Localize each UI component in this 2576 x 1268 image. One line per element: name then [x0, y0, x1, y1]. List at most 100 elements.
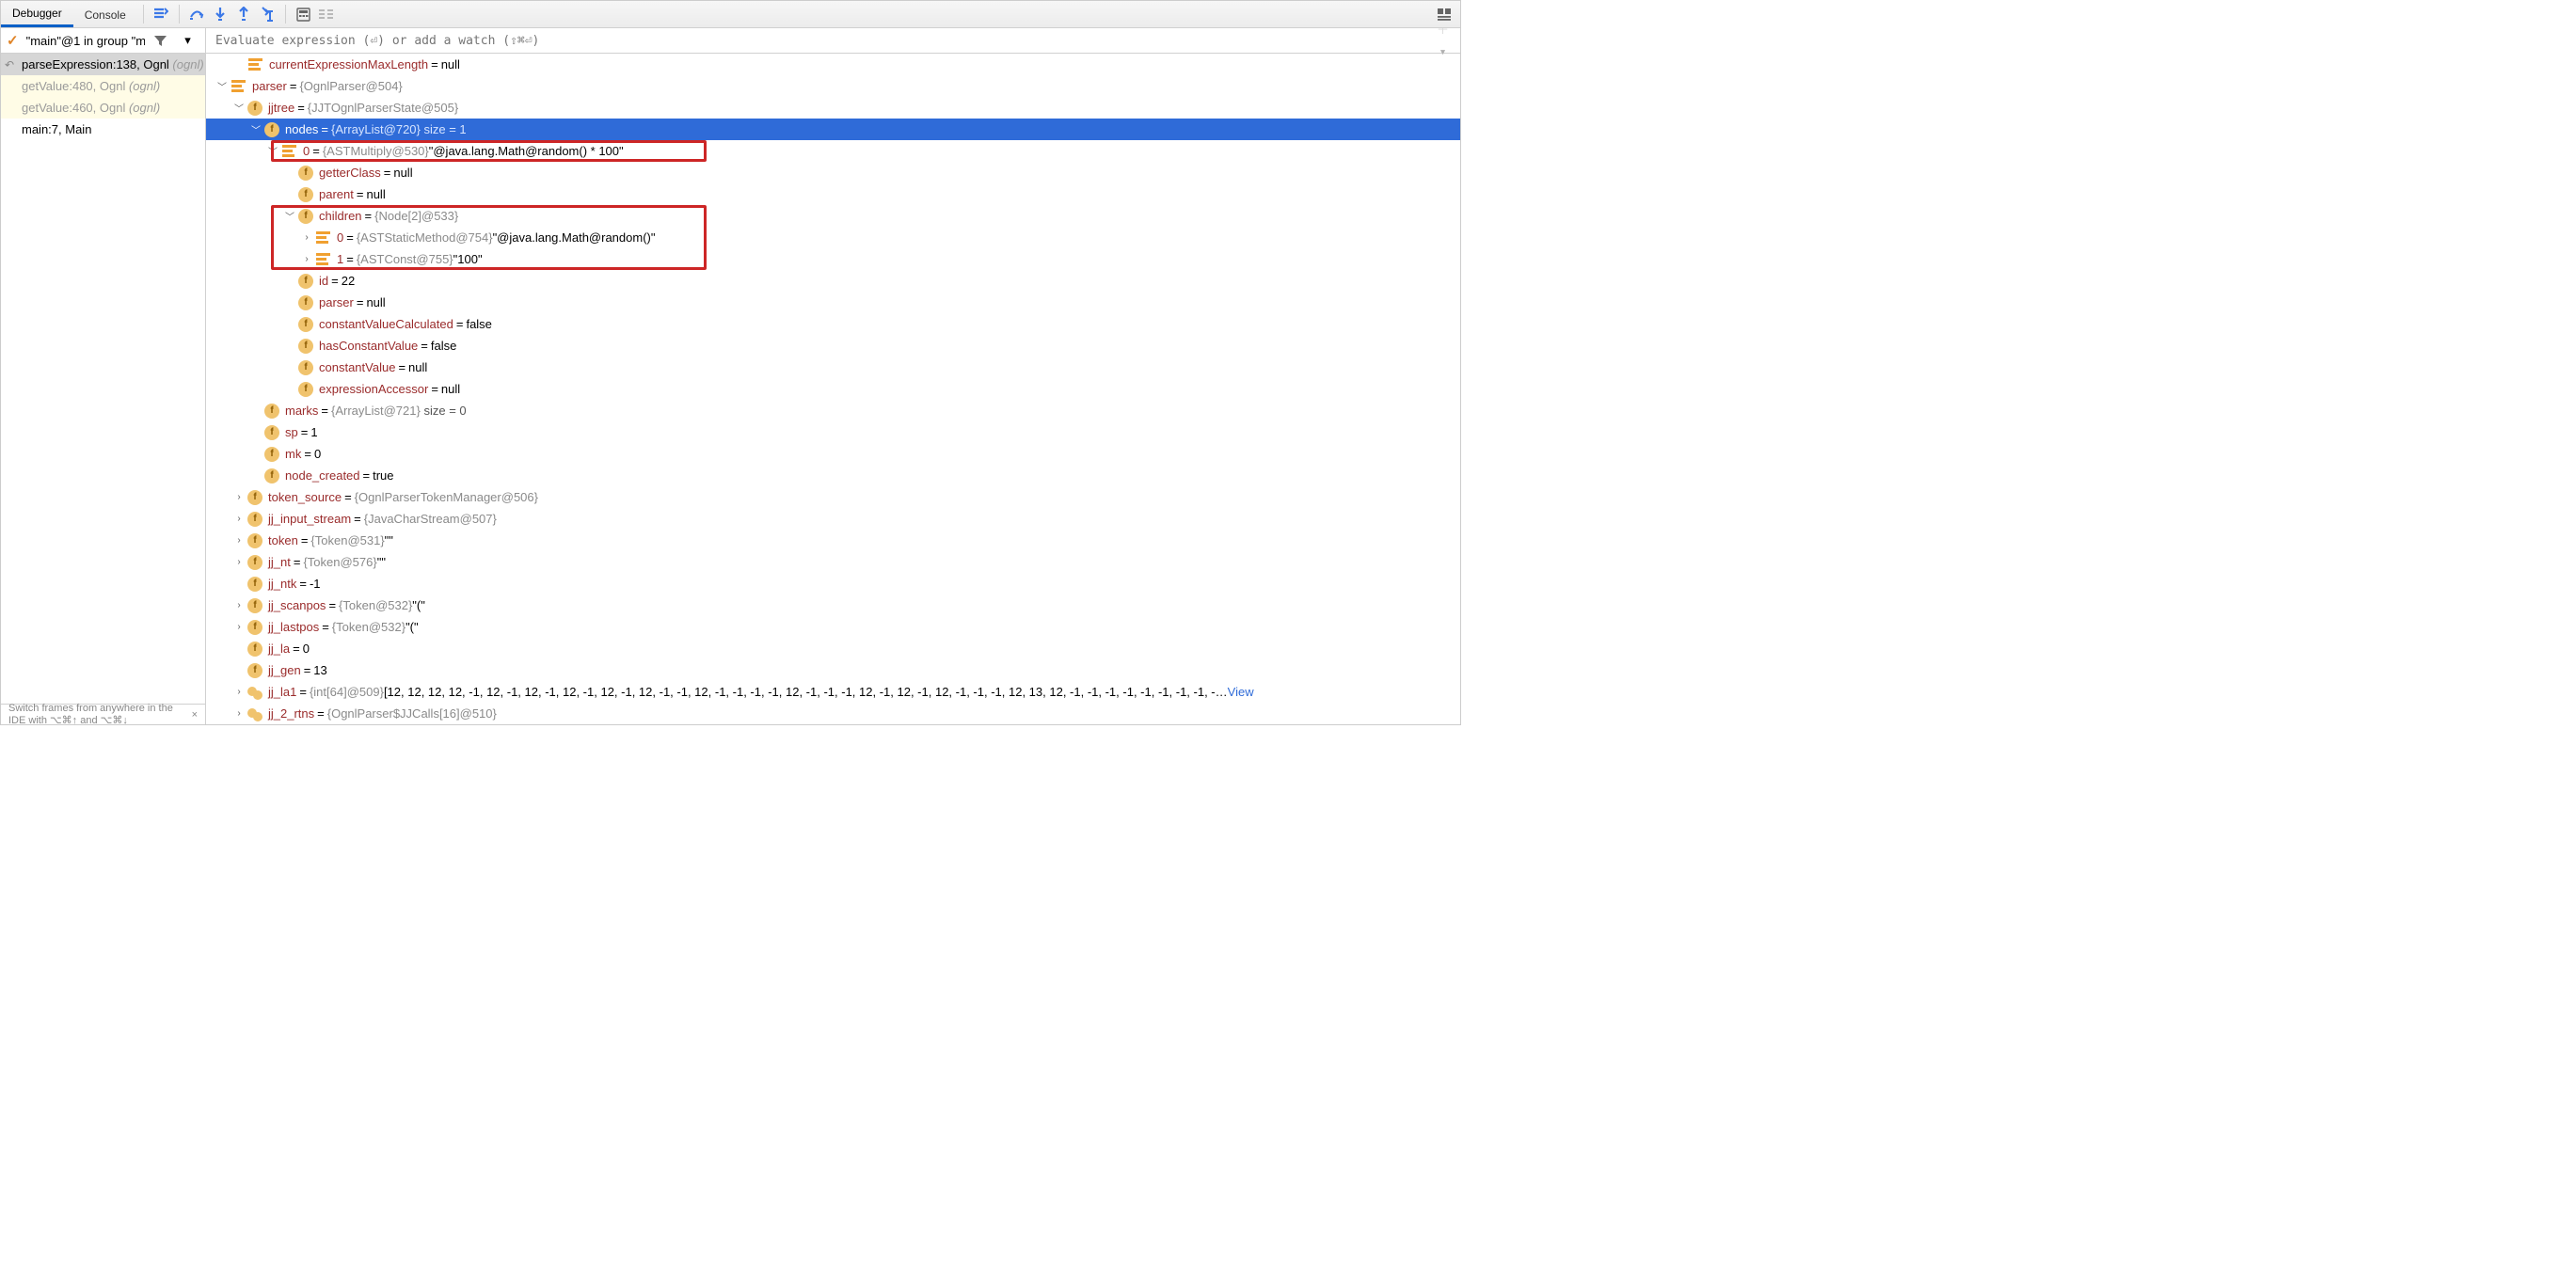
chevron-icon[interactable]: › — [232, 513, 246, 526]
chevron-icon[interactable]: › — [232, 534, 246, 547]
evaluate-icon[interactable] — [292, 3, 315, 26]
hint-bar: Switch frames from anywhere in the IDE w… — [1, 704, 205, 724]
chevron-icon[interactable]: › — [232, 556, 246, 569]
tab-debugger[interactable]: Debugger — [1, 1, 73, 27]
field-icon: f — [247, 101, 262, 116]
chevron-icon[interactable]: › — [300, 253, 313, 266]
view-link[interactable]: View — [1228, 685, 1254, 699]
stack-frame[interactable]: getValue:460, Ognl (ognl) — [1, 97, 205, 119]
chevron-icon[interactable]: ﹀ — [249, 123, 262, 136]
field-icon: f — [247, 512, 262, 527]
threads-icon[interactable] — [150, 3, 173, 26]
variable-row[interactable]: ﹀fchildren = {Node[2]@533} — [206, 205, 1460, 227]
variable-row[interactable]: ﹀fjjtree = {JJTOgnlParserState@505} — [206, 97, 1460, 119]
chevron-icon[interactable]: › — [232, 686, 246, 699]
variable-row[interactable]: ›fjj_nt = {Token@576} "" — [206, 551, 1460, 573]
chevron-icon[interactable]: ﹀ — [232, 102, 246, 115]
toolbar: Debugger Console — [1, 1, 1460, 28]
element-icon — [248, 58, 262, 71]
variable-row[interactable]: ›jj_2_rtns = {OgnlParser$JJCalls[16]@510… — [206, 703, 1460, 724]
field-icon: f — [298, 274, 313, 289]
field-icon: f — [264, 425, 279, 440]
trace-icon — [315, 3, 339, 26]
step-into-icon[interactable] — [209, 3, 232, 26]
field-icon: f — [298, 339, 313, 354]
chevron-icon[interactable]: › — [232, 599, 246, 612]
variable-row[interactable]: ·fjj_ntk = -1 — [206, 573, 1460, 594]
stack-frame[interactable]: getValue:480, Ognl (ognl) — [1, 75, 205, 97]
element-icon — [231, 80, 246, 92]
field-icon: f — [298, 360, 313, 375]
field-icon: f — [247, 533, 262, 548]
variables-tree[interactable]: ·currentExpressionMaxLength = null﹀parse… — [206, 54, 1460, 724]
variable-row[interactable]: ›1 = {ASTConst@755} "100" — [206, 248, 1460, 270]
variable-row[interactable]: ›fjj_lastpos = {Token@532} "(" — [206, 616, 1460, 638]
array-icon — [247, 685, 262, 700]
variable-row[interactable]: ·currentExpressionMaxLength = null — [206, 54, 1460, 75]
variable-row[interactable]: ﹀fnodes = {ArrayList@720} size = 1 — [206, 119, 1460, 140]
variable-row[interactable]: ·fsp = 1 — [206, 421, 1460, 443]
chevron-icon[interactable]: › — [232, 621, 246, 634]
chevron-icon[interactable]: › — [232, 491, 246, 504]
check-icon: ✓ — [7, 32, 23, 49]
frames-list[interactable]: ↶parseExpression:138, Ognl (ognl)getValu… — [1, 54, 205, 704]
separator — [179, 5, 180, 24]
stack-frame[interactable]: main:7, Main — [1, 119, 205, 140]
chevron-icon[interactable]: ﹀ — [266, 145, 279, 158]
field-icon: f — [247, 642, 262, 657]
variable-row[interactable]: ·fconstantValue = null — [206, 357, 1460, 378]
variable-row[interactable]: ·fexpressionAccessor = null — [206, 378, 1460, 400]
field-icon: f — [247, 620, 262, 635]
variable-row[interactable]: ·fgetterClass = null — [206, 162, 1460, 183]
separator — [285, 5, 286, 24]
chevron-icon[interactable]: › — [232, 707, 246, 721]
close-icon[interactable]: × — [192, 709, 198, 721]
variable-row[interactable]: ·fparser = null — [206, 292, 1460, 313]
field-icon: f — [298, 317, 313, 332]
field-icon: f — [264, 122, 279, 137]
evaluate-input[interactable] — [215, 34, 1451, 48]
chevron-icon[interactable]: ﹀ — [215, 80, 229, 93]
tab-console[interactable]: Console — [73, 3, 137, 26]
run-config-label[interactable]: "main"@1 in group "main": RUNNING — [26, 34, 145, 48]
run-to-cursor-icon[interactable] — [256, 3, 279, 26]
field-icon: f — [264, 404, 279, 419]
field-icon: f — [298, 209, 313, 224]
variable-row[interactable]: ›ftoken_source = {OgnlParserTokenManager… — [206, 486, 1460, 508]
variable-row[interactable]: ·fhasConstantValue = false — [206, 335, 1460, 357]
variable-row[interactable]: ﹀parser = {OgnlParser@504} — [206, 75, 1460, 97]
step-out-icon[interactable] — [232, 3, 256, 26]
field-icon: f — [264, 447, 279, 462]
variable-row[interactable]: ·fmk = 0 — [206, 443, 1460, 465]
evaluate-bar: ＋ ▾ — [206, 28, 1460, 54]
chevron-icon[interactable]: ﹀ — [283, 210, 296, 223]
variable-row[interactable]: ›jj_la1 = {int[64]@509} [12, 12, 12, 12,… — [206, 681, 1460, 703]
variable-row[interactable]: ·fparent = null — [206, 183, 1460, 205]
add-watch-icon[interactable]: ＋ — [1431, 28, 1455, 40]
frames-pane: ✓ "main"@1 in group "main": RUNNING ▾ ↶p… — [1, 28, 206, 724]
variable-row[interactable]: ›fjj_input_stream = {JavaCharStream@507} — [206, 508, 1460, 530]
variable-row[interactable]: ·fjj_gen = 13 — [206, 659, 1460, 681]
field-icon: f — [298, 295, 313, 310]
chevron-down-icon[interactable]: ▾ — [176, 29, 199, 53]
variable-row[interactable]: ﹀0 = {ASTMultiply@530} "@java.lang.Math@… — [206, 140, 1460, 162]
variable-row[interactable]: ›ftoken = {Token@531} "" — [206, 530, 1460, 551]
variable-row[interactable]: ›0 = {ASTStaticMethod@754} "@java.lang.M… — [206, 227, 1460, 248]
variable-row[interactable]: ·fjj_la = 0 — [206, 638, 1460, 659]
hint-text: Switch frames from anywhere in the IDE w… — [8, 703, 186, 724]
stack-frame[interactable]: ↶parseExpression:138, Ognl (ognl) — [1, 54, 205, 75]
array-icon — [247, 706, 262, 721]
layout-icon[interactable] — [1433, 3, 1456, 26]
field-icon: f — [247, 555, 262, 570]
field-icon: f — [247, 598, 262, 613]
variable-row[interactable]: ·fid = 22 — [206, 270, 1460, 292]
variable-row[interactable]: ›fjj_scanpos = {Token@532} "(" — [206, 594, 1460, 616]
undo-icon: ↶ — [5, 58, 14, 71]
filter-icon[interactable] — [149, 29, 172, 53]
variable-row[interactable]: ·fmarks = {ArrayList@721} size = 0 — [206, 400, 1460, 421]
chevron-icon[interactable]: › — [300, 231, 313, 245]
variable-row[interactable]: ·fconstantValueCalculated = false — [206, 313, 1460, 335]
field-icon: f — [264, 468, 279, 483]
variable-row[interactable]: ·fnode_created = true — [206, 465, 1460, 486]
step-over-icon[interactable] — [185, 3, 209, 26]
